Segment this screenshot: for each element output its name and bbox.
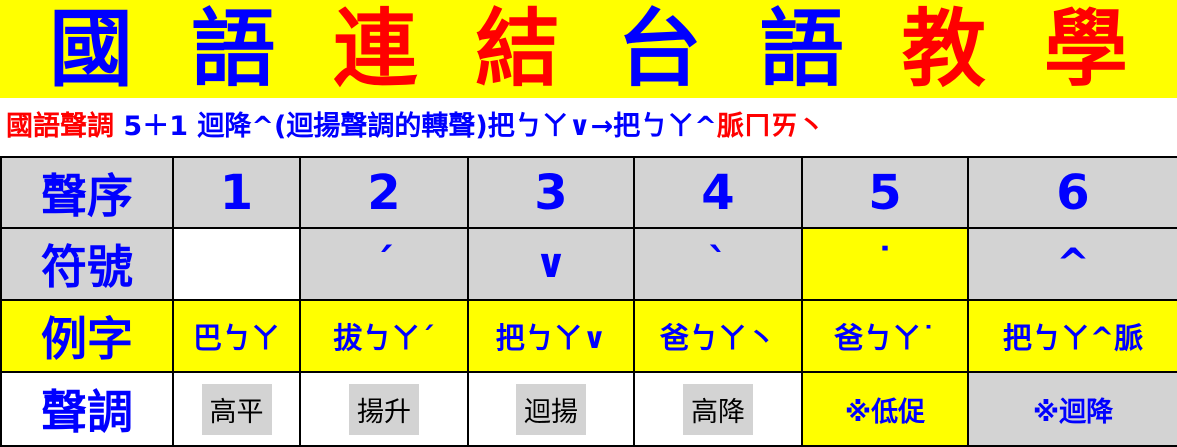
tone-number-cell: 1 [172, 156, 301, 229]
tone-number-cell: 3 [467, 156, 635, 229]
subtitle-part-1: 國語聲調 [6, 111, 114, 142]
tone-table: 聲序 1 2 3 4 5 6 符號 ˊ ∨ ˋ ˙ ^ 例字 巴ㄅㄚ 拔ㄅㄚˊ … [0, 156, 1177, 447]
example-cell: 巴ㄅㄚ [172, 299, 301, 373]
title-char: 語 [759, 0, 844, 98]
tone-number-cell: 6 [967, 156, 1177, 229]
example-cell: 爸ㄅㄚ˙ [801, 299, 969, 373]
tone-symbol-cell [172, 227, 301, 301]
tone-contour-label: 揚升 [349, 383, 419, 435]
row-label-tone-number: 聲序 [0, 156, 174, 229]
row-tone-contour: 聲調 高平 揚升 迴揚 高降 ※低促 ※迴降 [0, 371, 1177, 447]
title-char: 語 [191, 0, 276, 98]
title-char: 國 [49, 0, 134, 98]
example-cell: 拔ㄅㄚˊ [299, 299, 469, 373]
row-tone-number: 聲序 1 2 3 4 5 6 [0, 156, 1177, 229]
title-char: 台 [617, 0, 702, 98]
subtitle-part-4: 脈ㄇㄞ丶 [716, 111, 825, 142]
tone-symbol-cell: ˋ [633, 227, 803, 301]
tone-chart-page: 國 語 連 結 台 語 教 學 國語聲調 5＋1 迴降^(迴揚聲調的轉聲)把ㄅㄚ… [0, 0, 1177, 447]
tone-contour-label: 高降 [683, 383, 753, 435]
title-char: 連 [333, 0, 418, 98]
subtitle: 國語聲調 5＋1 迴降^(迴揚聲調的轉聲)把ㄅㄚ∨→把ㄅㄚ^脈ㄇㄞ丶 [0, 98, 1177, 156]
tone-contour-label: ※迴降 [1032, 396, 1114, 428]
example-cell: 把ㄅㄚ^脈 [967, 299, 1177, 373]
row-symbol: 符號 ˊ ∨ ˋ ˙ ^ [0, 227, 1177, 301]
tone-number-cell: 2 [299, 156, 469, 229]
subtitle-part-3: 迴降^(迴揚聲調的轉聲)把ㄅㄚ∨→把ㄅㄚ^ [197, 111, 717, 142]
title-char: 結 [475, 0, 560, 98]
example-cell: 把ㄅㄚ∨ [467, 299, 635, 373]
row-label-tone-contour: 聲調 [0, 371, 174, 447]
row-label-example: 例字 [0, 299, 174, 373]
tone-number-cell: 5 [801, 156, 969, 229]
tone-symbol-cell: ∨ [467, 227, 635, 301]
tone-contour-label: 迴揚 [516, 383, 586, 435]
tone-symbol-cell: ^ [967, 227, 1177, 301]
tone-contour-label: ※低促 [844, 396, 926, 428]
row-label-symbol: 符號 [0, 227, 174, 301]
page-title: 國 語 連 結 台 語 教 學 [0, 0, 1177, 98]
tone-symbol-cell: ˊ [299, 227, 469, 301]
tone-symbol-cell: ˙ [801, 227, 969, 301]
example-cell: 爸ㄅㄚ丶 [633, 299, 803, 373]
subtitle-part-2: 5＋1 [123, 111, 188, 142]
title-char: 教 [901, 0, 986, 98]
tone-contour-label: 高平 [201, 383, 272, 435]
row-example: 例字 巴ㄅㄚ 拔ㄅㄚˊ 把ㄅㄚ∨ 爸ㄅㄚ丶 爸ㄅㄚ˙ 把ㄅㄚ^脈 [0, 299, 1177, 373]
title-char: 學 [1043, 0, 1128, 98]
tone-number-cell: 4 [633, 156, 803, 229]
